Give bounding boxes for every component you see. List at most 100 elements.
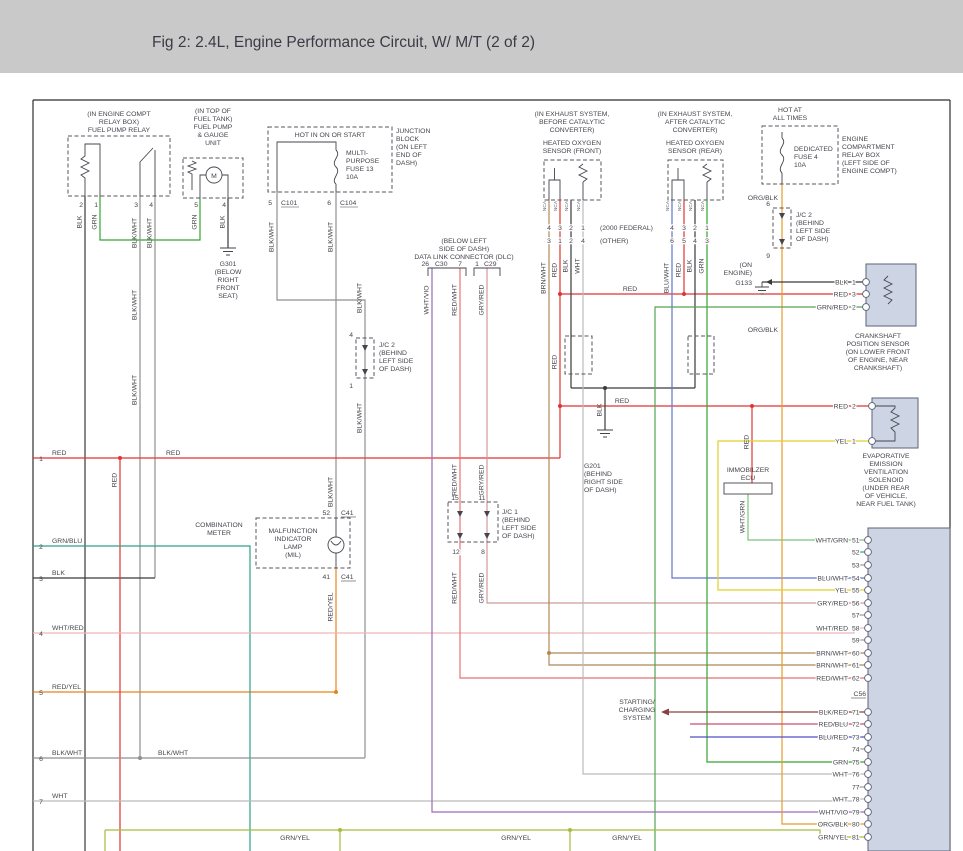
component-caption: (BELOW LEFT: [441, 238, 486, 245]
mil-lamp-leads: [331, 518, 341, 568]
pin-notch: [865, 734, 872, 741]
wire-label: WHT: [52, 793, 67, 800]
row-note: (2000 FEDERAL): [600, 225, 653, 232]
pin-number: 41: [322, 574, 330, 581]
row-number: 5: [39, 690, 43, 697]
component-caption: SENSOR (REAR): [668, 148, 722, 155]
pin-number: 8: [481, 549, 485, 556]
pin-number: 55: [852, 588, 860, 595]
component-caption: CRANKSHAFT: [855, 333, 901, 340]
pin-number: 9: [766, 253, 770, 260]
row-note: (OTHER): [600, 238, 628, 245]
hot-label: ALL TIMES: [773, 115, 808, 122]
fuse4-symbol: [780, 132, 783, 184]
jc-caption: (BEHIND: [502, 517, 530, 524]
wire-wht-row7: [33, 799, 868, 801]
pin-notch: [865, 721, 872, 728]
wire-label: GRN/BLU: [52, 538, 82, 545]
junction-dot: [750, 404, 754, 408]
wire-label: BLK/WHT: [52, 750, 82, 757]
jc-caption: OF DASH): [502, 533, 534, 540]
pin-number: 3: [705, 238, 709, 245]
pin-notch: [865, 625, 872, 632]
jc-arrow: [484, 533, 490, 539]
ground-label: SEAT): [218, 293, 238, 300]
pin-number: 1: [94, 202, 98, 209]
component-caption: FUEL PUMP: [194, 124, 233, 131]
component-caption: COMPARTMENT: [842, 144, 895, 151]
wire-label: GRY/RED: [479, 464, 486, 495]
connector-label: C104: [340, 200, 356, 207]
wire-label: RED/YEL: [328, 592, 335, 621]
pin-number: 4: [670, 225, 674, 232]
page-title: Fig 2: 2.4L, Engine Performance Circuit,…: [152, 34, 535, 51]
pin-notch: [869, 403, 876, 410]
pin-number: 4: [149, 202, 153, 209]
pin-number: 7: [458, 261, 462, 268]
wire-label: BLU/WHT: [817, 576, 848, 583]
component-caption: SOLENOID: [868, 477, 903, 484]
component-caption: ECU: [741, 475, 755, 482]
labels: (IN ENGINE COMPT RELAY BOX) FUEL PUMP RE…: [39, 107, 916, 842]
wire-label: BRN/WHT: [816, 651, 848, 658]
pin-notch: [865, 759, 872, 766]
wire-label: RED: [166, 450, 180, 457]
wire-bluwht-rear-o2: [672, 200, 868, 578]
ground-label: G201: [584, 463, 601, 470]
component-caption: COMBINATION: [195, 522, 243, 529]
component-caption: BEFORE CATALYTIC: [539, 119, 605, 126]
jc-caption: (BEHIND: [379, 350, 407, 357]
component-caption: DASH): [396, 160, 417, 167]
connector-label: C30: [435, 261, 448, 268]
wire-label: BLK: [52, 570, 65, 577]
component-caption: CONVERTER): [550, 127, 595, 134]
wire-label: RED/YEL: [52, 684, 81, 691]
pin-number: 52: [322, 510, 330, 517]
pin-number: 71: [852, 710, 860, 717]
ground-label: (ON: [740, 262, 753, 269]
pin-notch: [863, 291, 870, 298]
pin-number: 2: [693, 225, 697, 232]
option-wiring-box: [565, 336, 592, 374]
row-number: 4: [39, 631, 43, 638]
jc-caption: J/C 2: [796, 212, 812, 219]
pin-number: 1: [475, 261, 479, 268]
row-number: 2: [39, 544, 43, 551]
nca-label: NCA: [576, 200, 582, 211]
wire-label: BRN/WHT: [541, 262, 548, 294]
ground-label: (BEHIND: [584, 471, 612, 478]
junction-dot: [138, 756, 142, 760]
pin-number: 4: [547, 225, 551, 232]
connector-label: C56: [854, 691, 867, 698]
jc-arrow: [362, 369, 368, 375]
pin-notch: [865, 821, 872, 828]
component-caption: POSITION SENSOR: [846, 341, 909, 348]
wire-label: WHT/VIO: [819, 810, 848, 817]
pin-notch: [865, 709, 872, 716]
jc-arrow: [779, 239, 785, 245]
diagram-border: [33, 100, 950, 851]
junction-dot: [334, 690, 338, 694]
component-caption: (IN EXHAUST SYSTEM,: [535, 111, 610, 118]
wire-label: BLK/WHT: [269, 222, 276, 252]
wire-label: GRN: [699, 258, 706, 273]
pin-number: 1: [852, 280, 856, 287]
jc-caption: LEFT SIDE: [379, 358, 414, 365]
pin-number: 3: [558, 225, 562, 232]
pin-number: 3: [852, 292, 856, 299]
wire-whtred-row4: [33, 628, 868, 633]
pin-number: 6: [327, 200, 331, 207]
wire-label: BLK: [597, 403, 604, 416]
nca-label: NCA: [677, 200, 683, 211]
ground-label: OF DASH): [584, 487, 616, 494]
pin-number: 4: [693, 238, 697, 245]
pin-notch: [865, 537, 872, 544]
component-caption: CRANKSHAFT): [854, 365, 902, 372]
pin-number: 1: [852, 439, 856, 446]
ground-label: RIGHT SIDE: [584, 479, 623, 486]
pin-notch: [863, 304, 870, 311]
wire-label: BLK: [77, 215, 84, 228]
pin-number: 54: [852, 576, 860, 583]
ground-label: (BELOW: [215, 269, 242, 276]
component-caption: FUEL TANK): [194, 116, 233, 123]
